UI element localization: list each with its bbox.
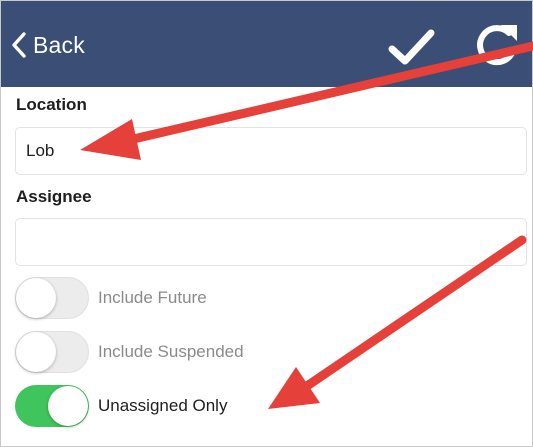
unassigned-only-row: Unassigned Only (15, 384, 227, 428)
include-suspended-toggle[interactable] (15, 331, 89, 373)
include-suspended-row: Include Suspended (15, 330, 244, 374)
refresh-button[interactable] (469, 19, 525, 73)
toggle-knob (16, 332, 56, 372)
location-input[interactable] (15, 127, 527, 175)
include-future-toggle[interactable] (15, 277, 89, 319)
assignee-input[interactable] (15, 218, 527, 266)
unassigned-only-toggle[interactable] (15, 385, 89, 427)
chevron-left-icon (12, 32, 26, 58)
include-future-row: Include Future (15, 276, 207, 320)
toggle-knob (48, 386, 88, 426)
location-label: Location (16, 95, 87, 114)
include-future-label: Include Future (98, 288, 207, 307)
back-button[interactable]: Back (11, 23, 85, 67)
assignee-label: Assignee (16, 187, 92, 206)
refresh-icon (477, 25, 517, 66)
back-label: Back (33, 31, 85, 58)
app-window: Back Location Assignee Include Future In… (0, 0, 533, 447)
navigation-bar: Back (1, 1, 532, 87)
checkmark-icon (388, 29, 435, 65)
include-suspended-label: Include Suspended (98, 342, 244, 361)
toggle-knob (16, 278, 56, 318)
save-button[interactable] (386, 25, 438, 69)
unassigned-only-label: Unassigned Only (98, 396, 228, 415)
